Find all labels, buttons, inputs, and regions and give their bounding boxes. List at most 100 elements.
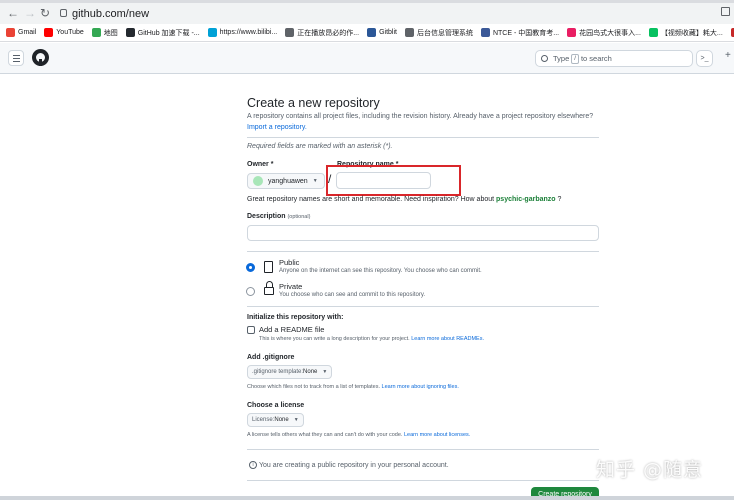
private-description: You choose who can see and commit to thi… bbox=[279, 292, 426, 298]
bookmark-label: Gitblit bbox=[379, 29, 397, 36]
bookmark-favicon-icon bbox=[567, 28, 577, 37]
readme-learn-more-link[interactable]: Learn more about READMEs. bbox=[411, 336, 484, 342]
gitignore-label: Add .gitignore bbox=[247, 354, 295, 361]
bookmark-item[interactable]: 地图 bbox=[91, 28, 118, 38]
back-arrow-icon[interactable]: ← bbox=[7, 7, 19, 19]
lock-icon bbox=[60, 9, 67, 17]
bookmark-label: YouTube bbox=[56, 29, 84, 36]
bookmark-item[interactable]: Gmail bbox=[6, 28, 36, 37]
gitignore-description-text: Choose which files not to track from a l… bbox=[247, 384, 380, 390]
license-select-value: None bbox=[274, 417, 289, 423]
bookmark-favicon-icon bbox=[91, 28, 101, 37]
public-description: Anyone on the internet can see this repo… bbox=[279, 268, 482, 274]
caret-down-icon: ▼ bbox=[293, 417, 299, 423]
owner-dropdown[interactable]: yanghuawen ▼ bbox=[247, 173, 325, 189]
bookmark-favicon-icon bbox=[44, 28, 54, 37]
bookmark-label: 地图 bbox=[103, 29, 118, 37]
bookmark-label: NTCE - 中国教育考... bbox=[492, 29, 560, 37]
search-shortcut-key: / bbox=[571, 53, 579, 64]
readme-description-text: This is where you can write a long descr… bbox=[259, 336, 410, 342]
bookmark-favicon-icon bbox=[285, 28, 295, 37]
avatar bbox=[253, 176, 263, 186]
license-label: Choose a license bbox=[247, 402, 305, 409]
description-label-text: Description bbox=[247, 213, 286, 220]
bookmark-item[interactable]: NTCE - 中国教育考... bbox=[480, 28, 560, 38]
license-description: A license tells others what they can and… bbox=[247, 432, 470, 438]
description-input[interactable] bbox=[247, 225, 599, 241]
gitignore-select-prefix: .gitignore template: bbox=[252, 369, 304, 375]
public-radio[interactable] bbox=[246, 263, 255, 272]
repo-icon bbox=[264, 261, 273, 273]
info-icon: i bbox=[249, 461, 257, 469]
bookmark-favicon-icon bbox=[207, 28, 217, 37]
readme-label[interactable]: Add a README file bbox=[259, 325, 324, 334]
bookmark-item[interactable]: YouTube bbox=[44, 28, 84, 37]
reload-icon[interactable]: ↻ bbox=[40, 7, 50, 19]
bookmark-item[interactable]: Gitblit bbox=[367, 28, 397, 37]
suggestion-suffix: ? bbox=[557, 196, 562, 203]
suggestion-text: Great repository names are short and mem… bbox=[247, 196, 495, 203]
gitignore-select-value: None bbox=[303, 369, 318, 375]
private-title: Private bbox=[279, 282, 303, 291]
gitignore-template-select[interactable]: .gitignore template: None ▼ bbox=[247, 365, 333, 379]
caret-down-icon: ▼ bbox=[312, 178, 318, 184]
search-placeholder-suffix: to search bbox=[580, 54, 612, 63]
address-bar[interactable]: github.com/new bbox=[72, 8, 149, 20]
owner-label: Owner * bbox=[247, 161, 274, 168]
license-description-text: A license tells others what they can and… bbox=[247, 432, 403, 438]
github-header: Type / to search >_ + bbox=[0, 43, 734, 74]
search-icon bbox=[541, 55, 548, 62]
bookmark-favicon-icon bbox=[6, 28, 15, 37]
bookmark-item[interactable]: https://www.bilibi... bbox=[207, 28, 278, 37]
gitignore-learn-more-link[interactable]: Learn more about ignoring files. bbox=[382, 384, 459, 390]
divider bbox=[247, 137, 599, 138]
bookmark-label: GitHub 加速下载 -... bbox=[137, 29, 200, 37]
page-description: A repository contains all project files,… bbox=[247, 113, 594, 120]
command-palette-button[interactable]: >_ bbox=[696, 50, 713, 67]
search-placeholder: Type bbox=[553, 54, 570, 63]
create-new-button[interactable]: + bbox=[725, 50, 731, 61]
bookmark-favicon-icon bbox=[367, 28, 377, 37]
bookmark-favicon-icon bbox=[125, 28, 135, 37]
private-radio[interactable] bbox=[246, 287, 255, 296]
forward-arrow-icon[interactable]: → bbox=[24, 7, 36, 19]
suggested-name-link[interactable]: psychic-garbanzo bbox=[496, 196, 556, 203]
optional-hint: (optional) bbox=[287, 214, 311, 220]
divider bbox=[247, 449, 599, 450]
owner-value: yanghuawen bbox=[268, 177, 308, 185]
bookmark-label: 正在播放昂必的作... bbox=[297, 29, 360, 37]
bookmark-favicon-icon bbox=[480, 28, 490, 37]
required-fields-note: Required fields are marked with an aster… bbox=[247, 143, 393, 150]
watermark: 知乎 @随意 bbox=[596, 459, 704, 481]
license-select-prefix: License: bbox=[252, 417, 275, 423]
github-logo-icon[interactable] bbox=[32, 49, 49, 66]
page-title: Create a new repository bbox=[247, 96, 380, 110]
bookmark-item[interactable]: 后台信息管理系统 bbox=[404, 28, 473, 38]
divider bbox=[247, 251, 599, 252]
tab-strip bbox=[0, 0, 734, 3]
bookmark-item[interactable]: 正在播放昂必的作... bbox=[285, 28, 359, 38]
search-input[interactable]: Type / to search bbox=[535, 50, 693, 67]
bookmark-item[interactable]: 花园鸟式大很事入... bbox=[567, 28, 641, 38]
license-learn-more-link[interactable]: Learn more about licenses. bbox=[404, 432, 470, 438]
bookmark-item[interactable]: GitHub 加速下载 -... bbox=[125, 28, 200, 38]
gitignore-description: Choose which files not to track from a l… bbox=[247, 384, 459, 390]
readme-description: This is where you can write a long descr… bbox=[259, 336, 484, 342]
divider bbox=[247, 306, 599, 307]
visibility-info: i You are creating a public repository i… bbox=[249, 461, 449, 469]
annotation-highlight-box bbox=[326, 165, 461, 196]
bookmark-favicon-icon bbox=[404, 28, 414, 37]
readme-checkbox[interactable] bbox=[247, 326, 255, 334]
bookmark-label: https://www.bilibi... bbox=[219, 29, 278, 36]
license-select[interactable]: License: None ▼ bbox=[247, 413, 304, 427]
bookmark-favicon-icon bbox=[648, 28, 658, 37]
bookmark-item[interactable]: 【视频收藏】耗大... bbox=[648, 28, 723, 38]
description-label: Description (optional) bbox=[247, 213, 310, 220]
caret-down-icon: ▼ bbox=[322, 369, 328, 375]
menu-button[interactable] bbox=[8, 50, 24, 66]
bookmark-label: 【视频收藏】耗大... bbox=[660, 29, 723, 37]
visibility-info-text: You are creating a public repository in … bbox=[259, 461, 449, 469]
install-app-icon[interactable] bbox=[721, 7, 730, 16]
bookmarks-bar: Gmail YouTube 地图 GitHub 加速下载 -... https://ww… bbox=[0, 24, 734, 42]
import-repository-link[interactable]: Import a repository. bbox=[247, 124, 307, 131]
